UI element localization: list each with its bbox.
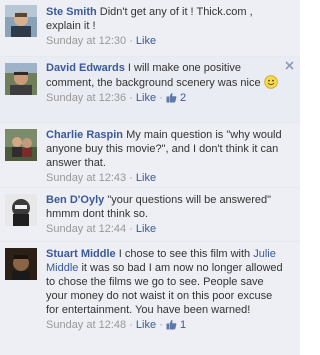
comment-author[interactable]: David Edwards (46, 62, 125, 74)
like-count-number: 1 (179, 319, 187, 331)
comment-timestamp[interactable]: Sunday at 12:44 (46, 223, 126, 235)
comment-item: Ben D'Oyly "your questions will be answe… (0, 188, 300, 242)
comment-author[interactable]: Ben D'Oyly (46, 194, 104, 206)
avatar[interactable] (5, 248, 37, 280)
like-link[interactable]: Like (136, 223, 156, 235)
comment-body: Ste Smith Didn't get any of it ! Thick.c… (46, 5, 286, 48)
thumbs-up-icon (166, 92, 177, 103)
avatar[interactable] (5, 129, 37, 161)
comment-author[interactable]: Charlie Raspin (46, 129, 123, 141)
meta-separator: · (129, 172, 133, 184)
comment-text-before: I chose to see this film with (118, 248, 251, 260)
avatar-image (5, 248, 37, 280)
avatar-image (5, 129, 37, 161)
comment-timestamp[interactable]: Sunday at 12:36 (46, 92, 126, 104)
smiley-emoticon-icon (263, 75, 278, 89)
comment-item: Ste Smith Didn't get any of it ! Thick.c… (0, 0, 300, 57)
like-link[interactable]: Like (136, 35, 156, 47)
comment-author[interactable]: Stuart Middle (46, 248, 116, 260)
meta-separator: · (159, 92, 163, 104)
comment-author[interactable]: Ste Smith (46, 6, 97, 18)
meta-separator: · (129, 223, 133, 235)
like-link[interactable]: Like (136, 92, 156, 104)
comment-body: Ben D'Oyly "your questions will be answe… (46, 193, 286, 236)
meta-separator: · (129, 319, 133, 331)
comment-timestamp[interactable]: Sunday at 12:48 (46, 319, 126, 331)
avatar-image (5, 63, 37, 95)
like-link[interactable]: Like (136, 172, 156, 184)
comment-list: Ste Smith Didn't get any of it ! Thick.c… (0, 0, 300, 355)
meta-separator: · (129, 35, 133, 47)
close-icon[interactable] (285, 61, 294, 70)
meta-separator: · (129, 92, 133, 104)
comment-body: David Edwards I will make one positive c… (46, 61, 286, 105)
like-count-number: 2 (179, 92, 187, 104)
avatar[interactable] (5, 194, 37, 226)
thumbs-up-icon (166, 319, 177, 330)
like-link[interactable]: Like (136, 319, 156, 331)
avatar[interactable] (5, 5, 37, 37)
comment-timestamp[interactable]: Sunday at 12:30 (46, 35, 126, 47)
avatar-image (5, 194, 37, 226)
comment-item: David Edwards I will make one positive c… (0, 57, 300, 123)
comment-meta: Sunday at 12:30 · Like (46, 35, 286, 48)
comment-meta: Sunday at 12:36 · Like · 2 (46, 92, 286, 105)
comment-body: Stuart Middle I chose to see this film w… (46, 247, 286, 332)
comment-timestamp[interactable]: Sunday at 12:43 (46, 172, 126, 184)
comment-body: Charlie Raspin My main question is "why … (46, 128, 286, 185)
meta-separator: · (159, 319, 163, 331)
comment-item: Stuart Middle I chose to see this film w… (0, 242, 300, 355)
comment-text-after: it was so bad I am now no longer allowed… (46, 262, 283, 316)
comment-meta: Sunday at 12:44 · Like (46, 223, 286, 236)
avatar-image (5, 5, 37, 37)
comment-meta: Sunday at 12:48 · Like · 1 (46, 319, 286, 332)
comment-meta: Sunday at 12:43 · Like (46, 172, 286, 185)
avatar[interactable] (5, 63, 37, 95)
comment-item: Charlie Raspin My main question is "why … (0, 123, 300, 188)
like-count[interactable]: 1 (166, 319, 186, 331)
like-count[interactable]: 2 (166, 92, 186, 104)
